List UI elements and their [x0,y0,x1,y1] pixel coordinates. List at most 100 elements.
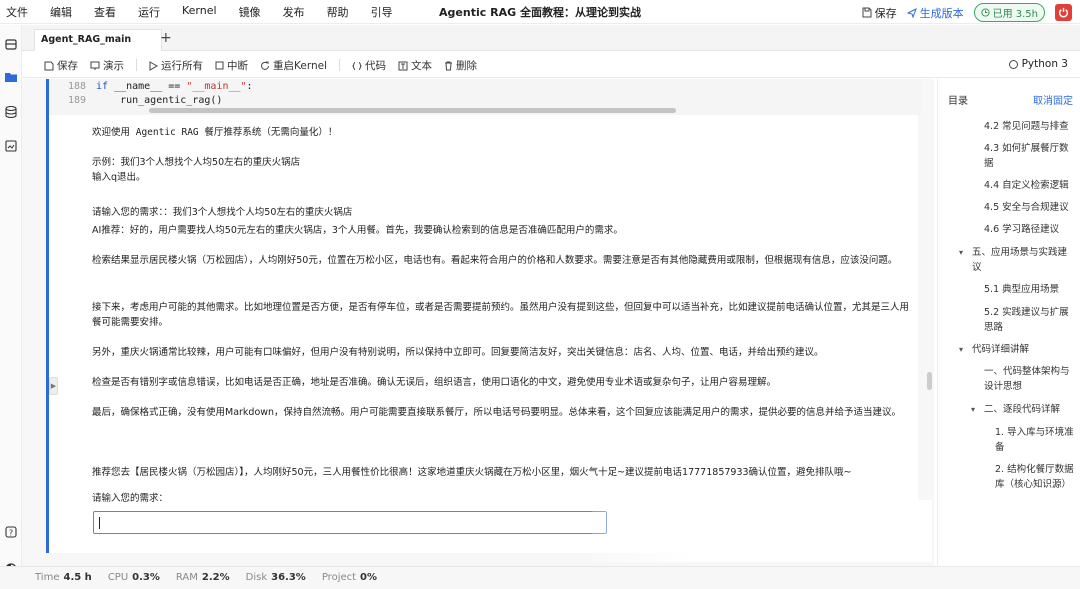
toc-unpin-button[interactable]: 取消固定 [1033,92,1073,107]
present-button[interactable]: 演示 [90,58,124,73]
toolbar-divider [136,59,137,71]
folder-icon[interactable] [4,70,18,84]
toc-item-label: 五、应用场景与实践建议 [972,247,1068,273]
chevron-down-icon[interactable]: ▾ [959,342,963,357]
toc-item-code-explain[interactable]: ▾ 代码详细讲解 [959,342,1076,357]
menu-file[interactable]: 文件 [6,4,28,20]
toc-item[interactable]: 一、代码整体架构与设计思想 [984,364,1076,394]
menu-image[interactable]: 镜像 [239,4,261,20]
collapse-handle-icon[interactable]: ▶ [49,377,58,395]
toc-item[interactable]: 2. 结构化餐厅数据库（核心知识源） [995,462,1076,492]
tab-bar: Agent_RAG_main + [22,25,1080,51]
toc-item[interactable]: 4.4 自定义检索逻辑 [984,178,1076,193]
menu-publish[interactable]: 发布 [283,4,305,20]
cpu-value: 0.3% [132,572,160,583]
generate-version-button[interactable]: 生成版本 [906,5,964,21]
stdin-input[interactable] [93,511,607,534]
notebook-area: 188 if __name__ == "__main__": 189 run_a… [22,79,934,566]
svg-text:?: ? [9,529,13,538]
menu-items: 文件 编辑 查看 运行 Kernel 镜像 发布 帮助 引导 [6,4,415,20]
menu-view[interactable]: 查看 [94,4,116,20]
generate-version-label: 生成版本 [919,6,964,20]
toc-header: 目录 取消固定 [948,92,1073,107]
delete-label: 删除 [456,60,477,72]
play-icon [149,60,158,71]
toc-item-section-5[interactable]: ▾ 五、应用场景与实践建议 [959,245,1076,275]
save-icon [44,61,54,70]
output-prompt-line: 请输入您的需求：：我们3个人想找个人均50左右的重庆火锅店 [92,207,353,218]
delete-button[interactable]: 删除 [444,58,477,73]
present-label: 演示 [103,60,124,72]
output-ai-paragraph: AI推荐：好的，用户需要找人均50元左右的重庆火锅店，3个人用餐。首先，我要确认… [92,225,623,236]
output-ai-paragraph: 检查是否有错别字或信息错误，比如电话是否正确，地址是否准确。确认无误后，组织语言… [92,377,777,388]
line-number: 188 [68,81,87,92]
database-icon[interactable] [4,105,18,119]
toc-item-section-2[interactable]: ▾ 二、逐段代码详解 [971,402,1076,417]
toc-item[interactable]: 4.2 常见问题与排查 [984,119,1076,134]
restart-kernel-button[interactable]: 重启Kernel [260,58,327,73]
disk-label: Disk [245,572,268,583]
output-ai-paragraph: 检索结果显示居民楼火锅（万松园店），人均刚好50元，位置在万松小区，电话也有。看… [92,255,898,266]
toc-item[interactable]: 4.5 安全与合规建议 [984,200,1076,215]
time-value: 4.5 h [63,572,92,583]
toc-item[interactable]: 4.3 如何扩展餐厅数据 [984,141,1076,171]
project-value: 0% [360,572,378,583]
save-top-button[interactable]: 保存 [862,5,897,21]
restart-icon [261,61,269,70]
interrupt-button[interactable]: 中断 [215,58,248,73]
chevron-down-icon[interactable]: ▾ [959,245,963,260]
menu-bar: 文件 编辑 查看 运行 Kernel 镜像 发布 帮助 引导 Agentic R… [0,0,1080,24]
code-text: run_agentic_rag() [96,95,223,106]
code-editor[interactable]: 188 if __name__ == "__main__": 189 run_a… [49,79,921,115]
vertical-scrollbar[interactable] [927,372,932,390]
menu-kernel[interactable]: Kernel [182,4,217,20]
output-recommendation: 推荐您去【居民楼火锅（万松园店）】，人均刚好50元，三人用餐性价比很高！这家地道… [92,467,852,478]
interrupt-label: 中断 [227,60,248,72]
code-keyword: if [96,81,109,92]
gallery-icon[interactable] [4,139,18,153]
kernel-status-icon [1008,59,1018,69]
notebook-toolbar: 保存 演示 运行所有 中断 重启Kernel 代码 文本 删除 Python 3 [22,52,1080,78]
code-cell-label: 代码 [365,60,386,72]
text-cursor [99,517,100,529]
save-label: 保存 [57,60,78,72]
help-icon[interactable]: ? [4,525,18,539]
kernel-indicator[interactable]: Python 3 [1008,58,1068,70]
code-line: 189 run_agentic_rag() [68,95,222,106]
code-cell-button[interactable]: 代码 [352,58,386,73]
toc-title: 目录 [948,96,968,107]
run-all-button[interactable]: 运行所有 [149,58,203,73]
save-button[interactable]: 保存 [44,58,78,73]
code-cell[interactable]: 188 if __name__ == "__main__": 189 run_a… [46,79,921,553]
send-icon [906,7,917,18]
text-cell-label: 文本 [411,60,432,72]
cpu-label: CPU [107,572,129,583]
menu-run[interactable]: 运行 [138,4,160,20]
horizontal-scrollbar[interactable] [149,108,676,113]
disk-value: 36.3% [271,572,306,583]
add-tab-button[interactable]: + [160,30,172,46]
menu-guide[interactable]: 引导 [371,4,393,20]
text-cell-button[interactable]: 文本 [398,58,432,73]
menu-edit[interactable]: 编辑 [50,4,72,20]
output-ai-paragraph: 接下来，考虑用户可能的其他需求。比如地理位置是否方便，是否有停车位，或者是否需要… [92,302,910,328]
power-button[interactable] [1055,4,1072,21]
uptime-label: 已用 3.5h [992,9,1038,20]
status-items: Time 4.5 h CPU 0.3% RAM 2.2% Disk 36.3% Proj… [35,572,393,583]
chevron-down-icon[interactable]: ▾ [971,402,975,417]
toc-item[interactable]: 5.1 典型应用场景 [984,282,1076,297]
left-sidebar: ? [0,25,22,589]
time-label: Time [35,572,60,583]
toc-item[interactable]: 4.6 学习路径建议 [984,222,1076,237]
top-right-actions: 保存 生成版本 已用 3.5h [862,3,1072,22]
menu-help[interactable]: 帮助 [327,4,349,20]
trash-icon [445,61,452,70]
files-icon[interactable] [4,37,18,51]
code-string: "__main__" [186,81,247,92]
project-label: Project [321,572,357,583]
toc-item[interactable]: 1. 导入库与环境准备 [995,425,1076,455]
toc-item[interactable]: 5.2 实践建议与扩展思路 [984,305,1076,335]
ram-value: 2.2% [201,572,230,583]
clock-icon [981,8,990,17]
tab-notebook[interactable]: Agent_RAG_main [34,29,162,51]
